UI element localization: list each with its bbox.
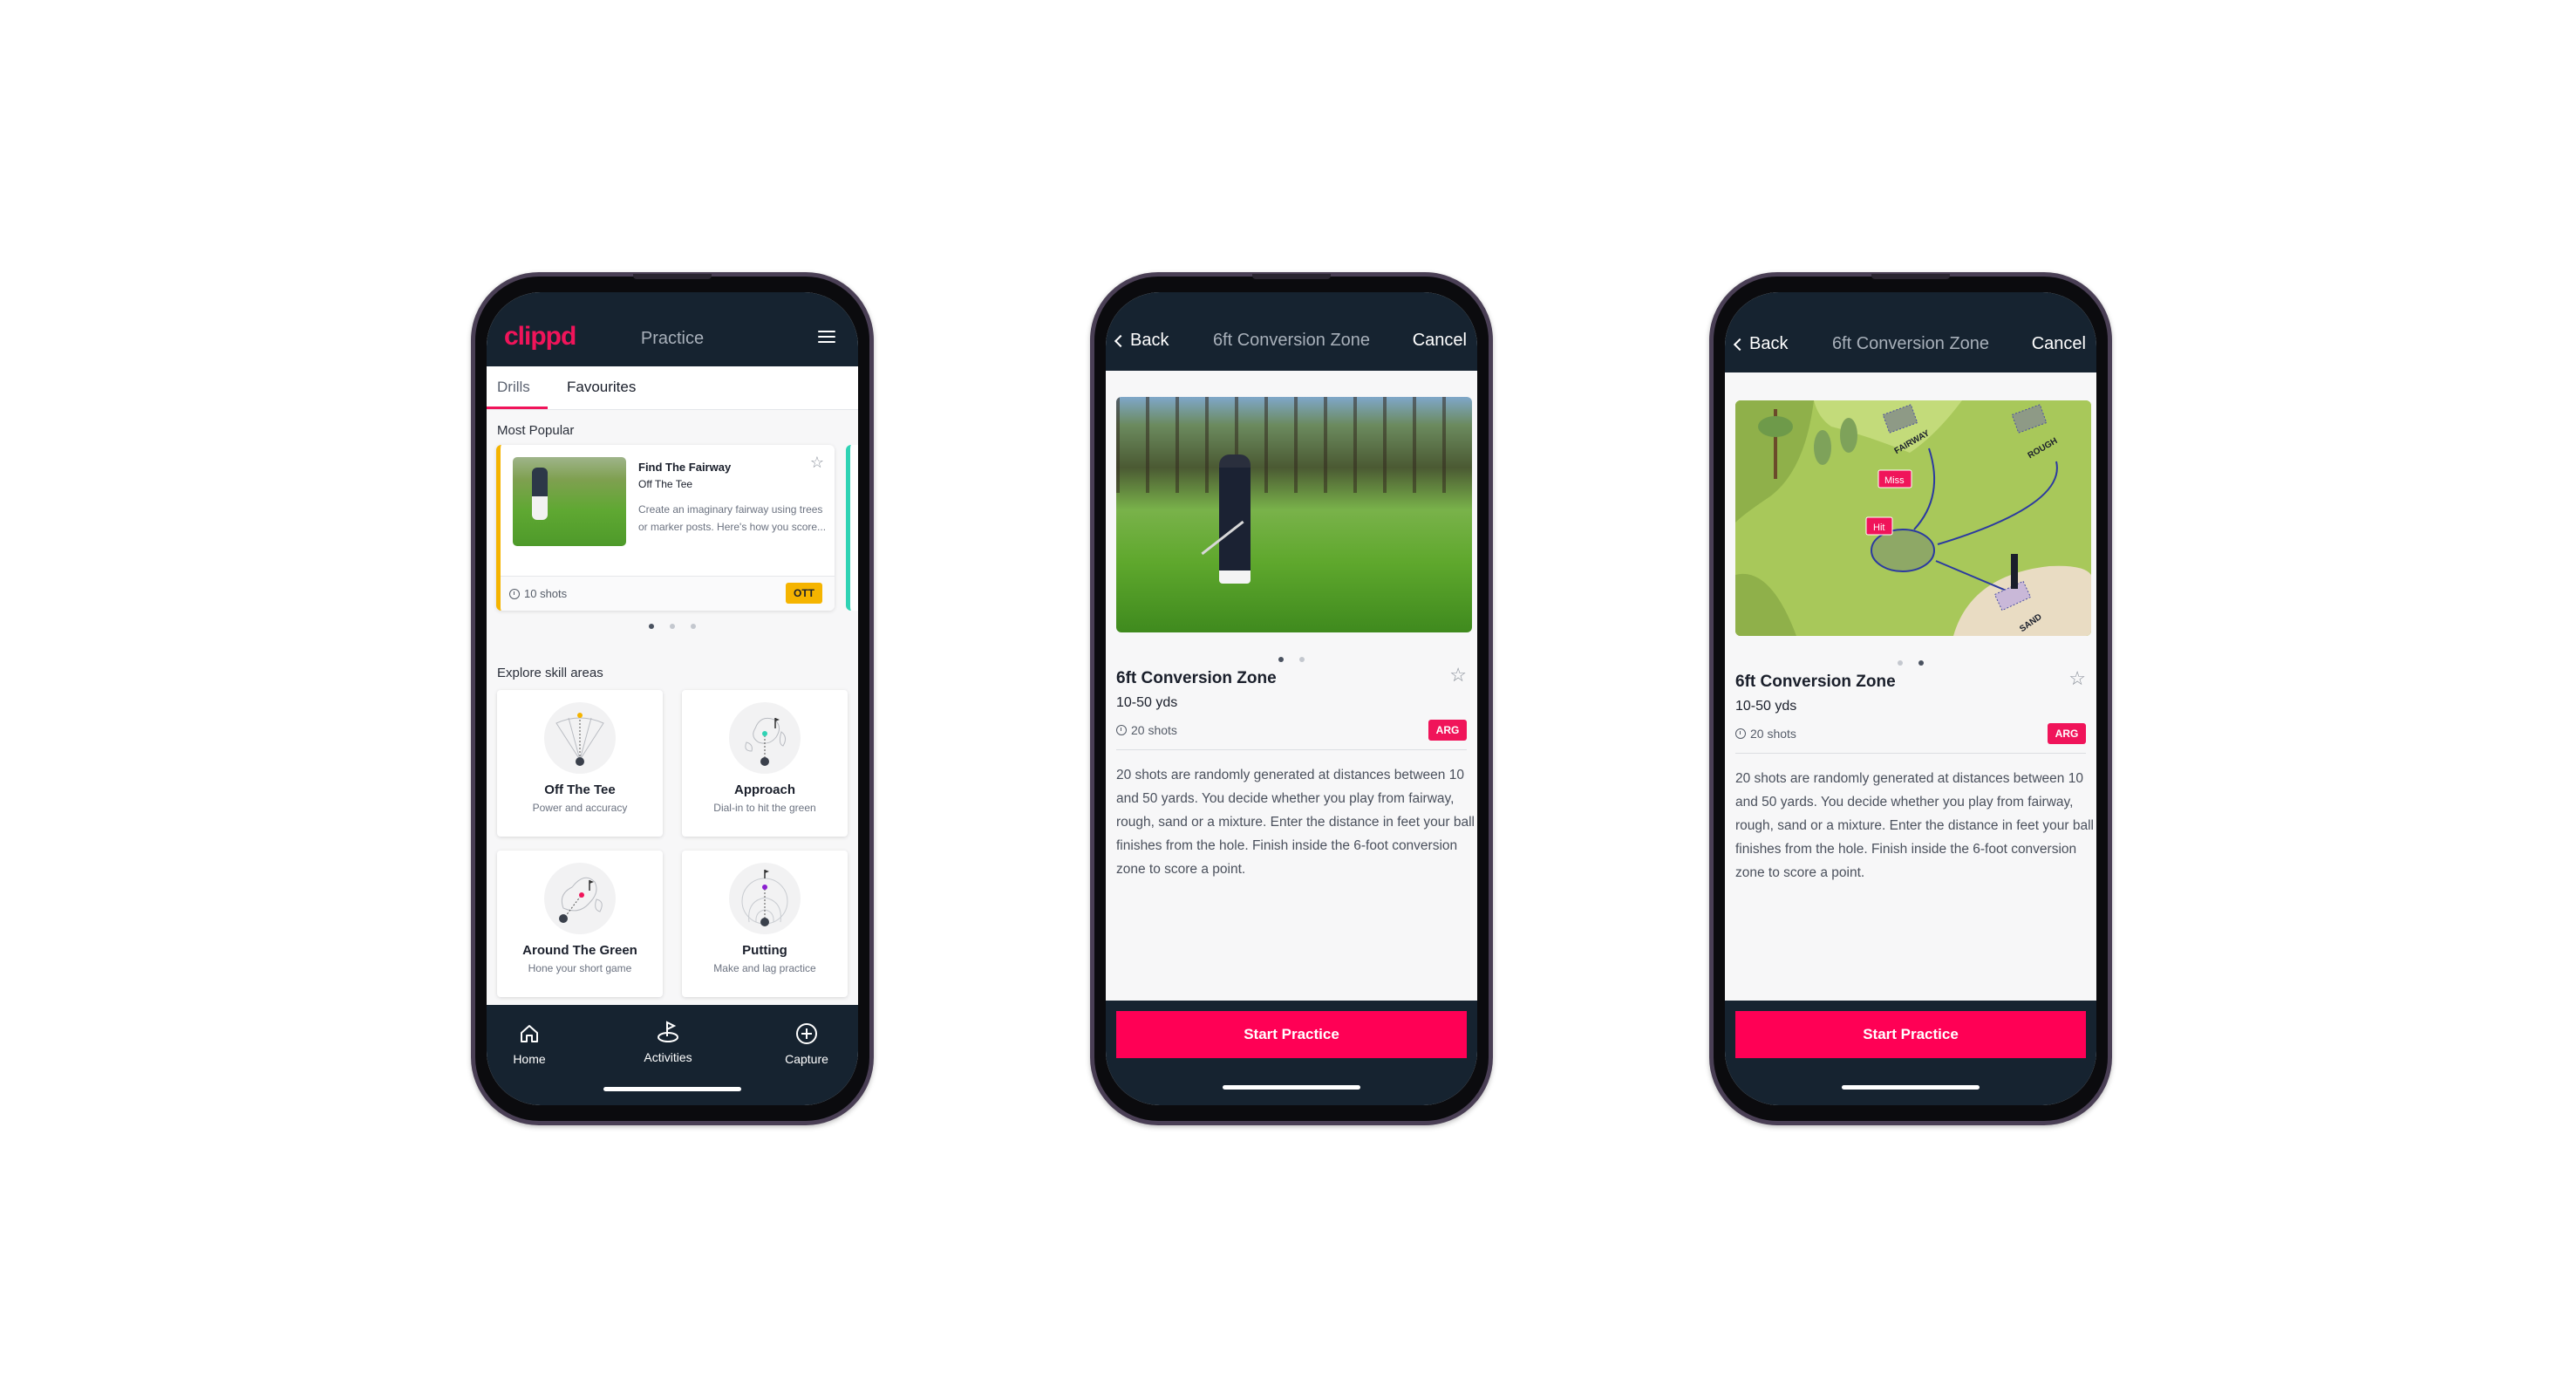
carousel-dot[interactable] xyxy=(1898,660,1903,666)
off-the-tee-icon xyxy=(544,702,616,774)
skill-name: Off The Tee xyxy=(544,782,616,797)
shot-count-text: 20 shots xyxy=(1131,723,1177,737)
drill-name: 6ft Conversion Zone xyxy=(1116,669,1277,687)
drill-photo[interactable] xyxy=(1116,397,1472,632)
home-icon xyxy=(490,1022,569,1045)
hamburger-menu-icon[interactable] xyxy=(818,331,835,343)
course-illustration[interactable]: FAIRWAY ROUGH Miss Hit SAND xyxy=(1735,400,2091,636)
skill-areas-heading: Explore skill areas xyxy=(497,666,603,680)
carousel-dot[interactable] xyxy=(649,624,654,629)
skill-name: Around The Green xyxy=(522,943,637,958)
cancel-button[interactable]: Cancel xyxy=(1413,331,1467,351)
phone-notch xyxy=(633,274,712,279)
shot-count: 20 shots xyxy=(1735,727,1796,741)
active-tab-indicator xyxy=(487,407,548,409)
carousel-dots xyxy=(1106,657,1477,662)
divider xyxy=(1116,749,1467,750)
phone-practice-screen: clippd Practice Drills Favourites Most P… xyxy=(471,272,874,1125)
screen: Back 6ft Conversion Zone Cancel 6ft Conv… xyxy=(1106,292,1477,1105)
start-practice-button[interactable]: Start Practice xyxy=(1116,1011,1467,1058)
drill-thumbnail xyxy=(513,457,626,546)
skill-description: Make and lag practice xyxy=(713,962,816,974)
nav-label: Home xyxy=(513,1052,546,1066)
home-indicator xyxy=(603,1087,741,1091)
miss-label: Miss xyxy=(1884,475,1905,486)
carousel-dot[interactable] xyxy=(1299,657,1305,662)
tab-favourites[interactable]: Favourites xyxy=(567,379,636,396)
carousel-dots xyxy=(1725,660,2096,666)
screen: clippd Practice Drills Favourites Most P… xyxy=(487,292,858,1105)
nav-activities[interactable]: Activities xyxy=(629,1021,707,1064)
clock-icon xyxy=(1735,728,1746,739)
carousel-dot[interactable] xyxy=(1278,657,1284,662)
golf-flag-icon xyxy=(629,1021,707,1043)
drill-card-find-the-fairway[interactable]: Find The Fairway Off The Tee ☆ Create an… xyxy=(496,445,835,611)
phone-drill-detail-photo: Back 6ft Conversion Zone Cancel 6ft Conv… xyxy=(1090,272,1493,1125)
action-bar: Start Practice xyxy=(1106,1001,1477,1105)
putting-icon xyxy=(729,863,801,934)
skill-name: Approach xyxy=(733,782,795,797)
drill-range: 10-50 yds xyxy=(1116,695,1178,710)
clock-icon xyxy=(509,588,520,599)
nav-label: Capture xyxy=(785,1052,828,1066)
skill-description: Power and accuracy xyxy=(532,802,628,814)
nav-home[interactable]: Home xyxy=(490,1022,569,1066)
skill-description: Hone your short game xyxy=(528,962,632,974)
most-popular-heading: Most Popular xyxy=(497,423,575,438)
skill-card-around-the-green[interactable]: Around The Green Hone your short game xyxy=(497,851,663,997)
carousel-dot[interactable] xyxy=(670,624,675,629)
bottom-navigation: Home Activities Capture xyxy=(487,1005,858,1105)
carousel-dots xyxy=(487,624,858,629)
skill-card-off-the-tee[interactable]: Off The Tee Power and accuracy xyxy=(497,690,663,837)
approach-icon xyxy=(729,702,801,774)
phone-notch xyxy=(1871,274,1950,279)
nav-header: Back 6ft Conversion Zone Cancel xyxy=(1725,292,2096,372)
home-indicator xyxy=(1842,1085,1980,1090)
skill-card-approach[interactable]: Approach Dial-in to hit the green xyxy=(682,690,848,837)
start-practice-button[interactable]: Start Practice xyxy=(1735,1011,2086,1058)
clock-icon xyxy=(1116,725,1127,735)
star-outline-icon[interactable]: ☆ xyxy=(2068,667,2086,690)
skill-name: Putting xyxy=(742,943,787,958)
category-badge-ott: OTT xyxy=(786,583,822,604)
home-indicator xyxy=(1223,1085,1360,1090)
screen: Back 6ft Conversion Zone Cancel FAIRWAY … xyxy=(1725,292,2096,1105)
category-badge-arg: ARG xyxy=(2048,723,2086,744)
cancel-button[interactable]: Cancel xyxy=(2032,334,2086,354)
drill-category: Off The Tee xyxy=(638,478,693,490)
drill-card-footer: 10 shots OTT xyxy=(501,576,835,611)
nav-label: Activities xyxy=(644,1050,692,1064)
page-title: Practice xyxy=(640,329,705,348)
app-header: clippd Practice xyxy=(487,292,858,366)
carousel-dot[interactable] xyxy=(1918,660,1924,666)
drill-title: Find The Fairway xyxy=(638,461,732,474)
drill-name: 6ft Conversion Zone xyxy=(1735,673,1896,691)
divider xyxy=(1735,753,2086,754)
phone-drill-detail-illustration: Back 6ft Conversion Zone Cancel FAIRWAY … xyxy=(1709,272,2112,1125)
plus-circle-icon xyxy=(767,1022,846,1045)
star-outline-icon[interactable]: ☆ xyxy=(1449,664,1467,687)
nav-header: Back 6ft Conversion Zone Cancel xyxy=(1106,292,1477,371)
shot-count: 10 shots xyxy=(509,587,567,600)
shot-count-text: 10 shots xyxy=(524,587,568,600)
hit-label: Hit xyxy=(1873,523,1884,533)
tab-drills[interactable]: Drills xyxy=(497,379,530,396)
shot-count-text: 20 shots xyxy=(1750,727,1796,741)
nav-capture[interactable]: Capture xyxy=(767,1022,846,1066)
around-the-green-icon xyxy=(544,863,616,934)
star-outline-icon[interactable]: ☆ xyxy=(810,454,824,472)
shot-count: 20 shots xyxy=(1116,723,1177,737)
skill-description: Dial-in to hit the green xyxy=(713,802,816,814)
skill-card-putting[interactable]: Putting Make and lag practice xyxy=(682,851,848,997)
drill-description: Create an imaginary fairway using trees … xyxy=(638,503,827,533)
category-badge-arg: ARG xyxy=(1428,720,1467,741)
action-bar: Start Practice xyxy=(1725,1001,2096,1105)
next-drill-card-peek[interactable] xyxy=(846,445,858,611)
tab-bar: Drills Favourites xyxy=(487,366,858,410)
drill-description: 20 shots are randomly generated at dista… xyxy=(1735,771,2094,880)
carousel-dot[interactable] xyxy=(691,624,696,629)
drill-description: 20 shots are randomly generated at dista… xyxy=(1116,768,1475,877)
phone-notch xyxy=(1252,274,1331,279)
drill-range: 10-50 yds xyxy=(1735,699,1797,714)
